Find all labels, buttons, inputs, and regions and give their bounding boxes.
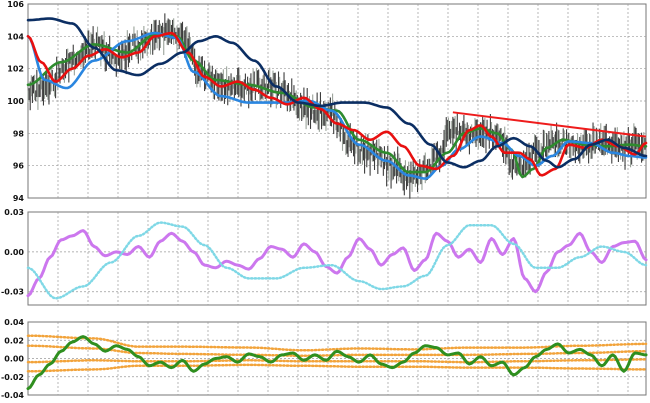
y-tick-label: -0.02 <box>1 373 24 382</box>
y-tick-label: 100 <box>7 97 24 106</box>
y-tick-label: 96 <box>13 162 25 171</box>
chart-canvas: 106 104 102 100 98 96 94 0.03 0.00 -0.03 0.04 0.0… <box>0 0 650 403</box>
chart-svg: 106104102100989694 0.030.00-0.03 0.040.0… <box>1 0 648 400</box>
y-tick-label: 104 <box>7 32 24 41</box>
spread-panel: 0.04 0.02 0.00 -0.02 -0.04 <box>1 318 648 400</box>
y-tick-label: 0.03 <box>4 208 24 217</box>
y-tick-label: -0.04 <box>1 391 24 400</box>
y-tick-label: 0.00 <box>4 355 24 364</box>
y-tick-label: 102 <box>7 65 24 74</box>
oscillator-panel: 0.03 0.00 -0.03 <box>1 208 648 306</box>
y-tick-label: 0.00 <box>4 248 24 257</box>
y-tick-label: -0.03 <box>1 288 24 297</box>
y-tick-label: 94 <box>13 194 25 203</box>
y-tick-label: 106 <box>7 0 24 9</box>
y-tick-label: 0.02 <box>4 336 24 345</box>
y-tick-label: 0.04 <box>4 318 24 327</box>
price-panel: 106 104 102 100 98 96 94 <box>7 0 648 203</box>
y-tick-label: 98 <box>13 129 25 138</box>
